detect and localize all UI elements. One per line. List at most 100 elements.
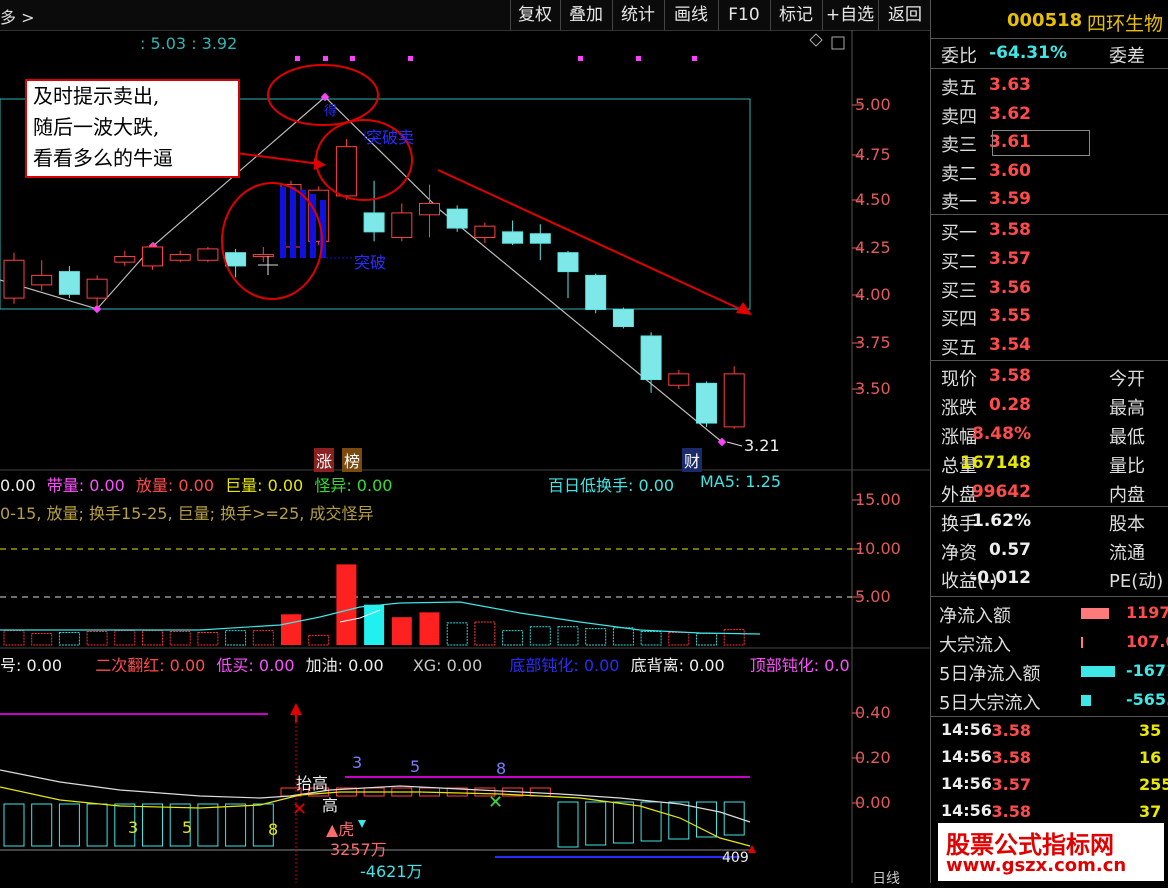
price-axis-label: 4.25: [855, 238, 891, 257]
stats-value: 1.62%: [972, 511, 1031, 531]
bid-row[interactable]: 买三 3.56: [931, 275, 1168, 303]
indicator-bar: [142, 803, 163, 847]
ask-row[interactable]: 卖五 3.63: [931, 72, 1168, 100]
count-label: 409: [722, 850, 749, 866]
stats-label: 净资: [941, 542, 977, 564]
candle: [640, 335, 662, 381]
quote-value: 3.58: [989, 366, 1031, 386]
bid-label: 买四: [941, 309, 977, 331]
volume-bar: [696, 632, 717, 646]
vol-item: 巨量: 0.00: [225, 476, 304, 495]
tick-row[interactable]: 14:56 3.58 35: [931, 718, 1168, 746]
stats-value: -0.012: [970, 568, 1031, 588]
bang-badge[interactable]: 榜: [342, 448, 363, 472]
weicha-label: 委差: [1109, 46, 1145, 67]
ask-price: 3.62: [989, 103, 1031, 124]
ind-item: 加油: 0.00: [305, 656, 384, 672]
bid-label: 买一: [941, 223, 977, 244]
price-axis-label: 5.00: [855, 95, 891, 114]
ind-item: 低买: 0.00: [216, 656, 295, 672]
annotation-line-2: 随后一波大跌,: [33, 115, 160, 139]
watermark: 股票公式指标网 www.gszx.com.cn: [938, 823, 1164, 881]
stats-row[interactable]: 净资 0.57 流通: [931, 537, 1168, 565]
volume-bar: [169, 631, 191, 646]
quote-row[interactable]: 外盘 99642 内盘: [931, 479, 1168, 507]
flow-row[interactable]: 净流入额 1197: [931, 600, 1168, 628]
gao-label: 高: [322, 796, 339, 815]
volume-bar: [474, 621, 496, 646]
wan1-label: 3257万: [330, 840, 387, 859]
volume-bar: [391, 617, 412, 645]
volume-bar: [114, 630, 136, 646]
indicator-axis-label: 0.40: [855, 703, 891, 722]
low-turnover-label: 百日低换手: 0.00: [548, 476, 675, 495]
candle: [114, 255, 136, 263]
ask-label: 卖五: [941, 78, 977, 99]
tick-volume: 16: [1139, 748, 1162, 767]
quote-label-2: 最低: [1109, 427, 1145, 448]
tick-row[interactable]: 14:56 3.57 255: [931, 772, 1168, 800]
volume-bar: [197, 632, 219, 646]
candle: [668, 373, 690, 386]
flow-row[interactable]: 5日大宗流入 -565.5: [931, 687, 1168, 715]
flow-row[interactable]: 5日净流入额 -1671: [931, 658, 1168, 686]
annotation-line-1: 及时提示卖出,: [33, 84, 160, 108]
period-label[interactable]: 日线: [872, 868, 900, 888]
volume-bar: [3, 630, 25, 646]
flow-row[interactable]: 大宗流入 107.0: [931, 629, 1168, 657]
bid-row[interactable]: 买五 3.54: [931, 332, 1168, 360]
weibi-label: 委比: [941, 46, 977, 67]
stats-row[interactable]: 换手 1.62% 股本: [931, 508, 1168, 536]
volume-bar: [86, 631, 108, 646]
tick-price: 3.58: [991, 802, 1031, 821]
bid-row[interactable]: 买一 3.58: [931, 217, 1168, 245]
bid-label: 买五: [941, 338, 977, 360]
ask-row[interactable]: 卖一 3.59: [931, 186, 1168, 214]
volume-bar: [225, 630, 247, 646]
count-label: 3: [128, 818, 139, 837]
candle: [585, 274, 607, 310]
flow-bar: [1081, 695, 1091, 706]
indicator-axis-label: 0.20: [855, 748, 891, 767]
flow-label: 大宗流入: [939, 635, 1011, 656]
flow-value: 1197: [1126, 603, 1168, 622]
candle: [197, 248, 219, 261]
weibi-value: -64.31%: [989, 43, 1067, 63]
stats-label-2: 股本: [1109, 514, 1145, 535]
stock-header: 000518 四环生物: [931, 8, 1168, 36]
candle: [612, 308, 634, 328]
tick-volume: 35: [1139, 721, 1162, 740]
cai-badge[interactable]: 财: [682, 448, 703, 472]
candle: [169, 254, 191, 261]
ask-row[interactable]: 卖二 3.60: [931, 158, 1168, 186]
range-label: : 5.03 : 3.92: [140, 34, 238, 53]
volume-bar: [585, 628, 607, 646]
quote-label-2: 量比: [1109, 456, 1145, 477]
tick-row[interactable]: 14:56 3.58 16: [931, 745, 1168, 773]
ind-item: 顶部钝化: 0.0: [749, 656, 850, 672]
candle: [723, 373, 745, 428]
quote-row[interactable]: 涨幅 8.48% 最低: [931, 421, 1168, 449]
bid-row[interactable]: 买四 3.55: [931, 303, 1168, 331]
ask-label: 卖一: [941, 192, 977, 213]
bid-row[interactable]: 买二 3.57: [931, 246, 1168, 274]
volume-bar: [668, 632, 690, 646]
stats-row[interactable]: 收益(-) -0.012 PE(动): [931, 565, 1168, 593]
volume-axis-label: 10.00: [855, 539, 901, 558]
zhang-badge[interactable]: 涨: [314, 448, 335, 472]
ask-row[interactable]: 卖四 3.62: [931, 101, 1168, 129]
quote-row[interactable]: 涨跌 0.28 最高: [931, 392, 1168, 420]
quote-value: 167148: [960, 453, 1031, 473]
quote-row[interactable]: 现价 3.58 今开: [931, 363, 1168, 391]
ask-price: 3.63: [989, 75, 1031, 95]
volume-bar: [640, 631, 662, 646]
volume-bar: [529, 626, 551, 646]
bid-price: 3.58: [989, 220, 1031, 240]
quote-row[interactable]: 总量 167148 量比: [931, 450, 1168, 478]
candle: [446, 208, 468, 229]
candle: [252, 254, 274, 258]
flow-value: -1671: [1126, 661, 1168, 680]
tick-volume: 255: [1139, 775, 1168, 794]
flow-label: 5日净流入额: [939, 664, 1041, 685]
price-axis-label: 4.75: [855, 145, 891, 164]
